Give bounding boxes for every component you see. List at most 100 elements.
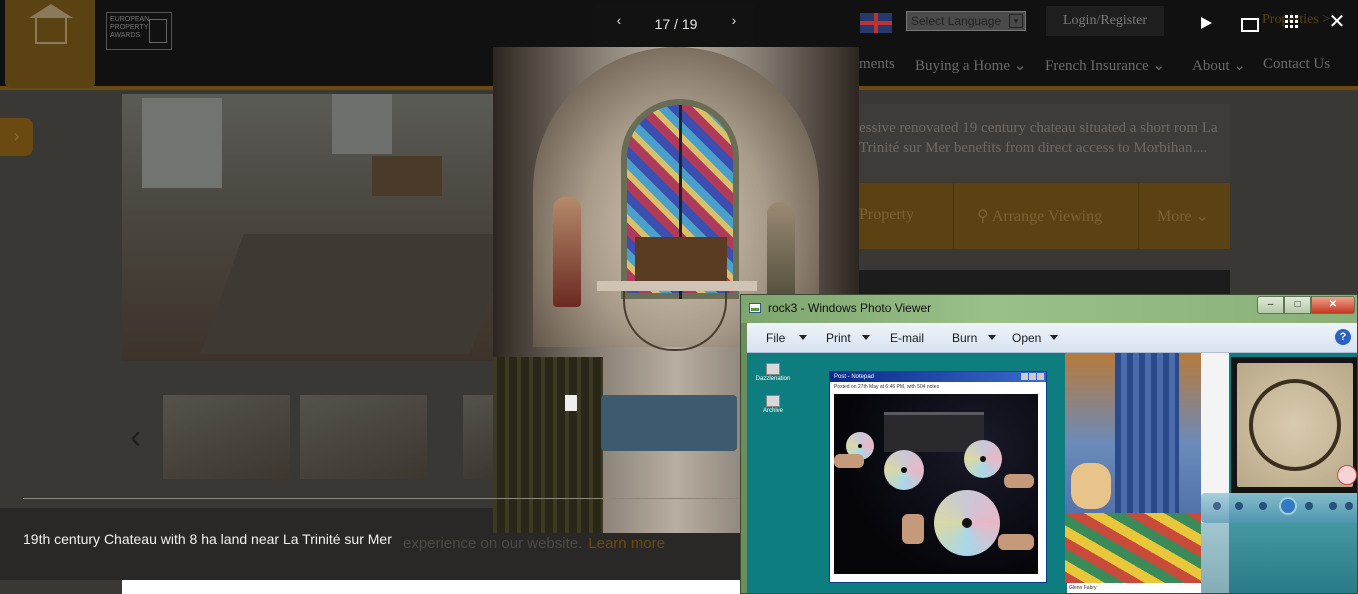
rug: [200, 234, 514, 354]
grid-icon[interactable]: [1285, 15, 1303, 33]
previous-icon[interactable]: [1259, 502, 1267, 510]
desktop-icon: Archive: [755, 395, 791, 414]
property-main-photo[interactable]: [122, 94, 514, 361]
divider: [953, 183, 954, 249]
arrange-viewing-button[interactable]: ⚲ Arrange Viewing: [977, 206, 1102, 226]
disc: [964, 440, 1002, 478]
more-label: More: [1157, 208, 1192, 225]
site-logo[interactable]: [5, 0, 95, 88]
nav-item-french-insurance[interactable]: French Insurance ⌄: [1045, 56, 1165, 75]
photo-viewer-titlebar[interactable]: rock3 - Windows Photo Viewer – □ ✕: [741, 295, 1357, 323]
recycle-bin-icon: [766, 395, 780, 407]
close-button[interactable]: ✕: [1311, 296, 1355, 314]
hand: [902, 514, 924, 544]
logo-house-icon: [35, 14, 67, 44]
comic-face: [1071, 463, 1111, 509]
stained-glass-art: [1065, 513, 1201, 583]
more-button[interactable]: More ⌄: [1157, 206, 1209, 226]
chevron-right-icon[interactable]: ›: [726, 12, 742, 30]
minimize-button[interactable]: –: [1257, 296, 1284, 314]
photo-viewer-app-icon: [749, 303, 761, 313]
zoom-icon[interactable]: [1213, 502, 1221, 510]
menu-burn[interactable]: Burn: [952, 331, 977, 345]
uk-flag-icon[interactable]: [860, 13, 892, 33]
nav-label: Buying a Home: [915, 58, 1010, 74]
desktop-icon: Dazzlenation: [755, 363, 791, 382]
fullscreen-frame-icon[interactable]: [1240, 14, 1259, 32]
menu-email[interactable]: E-mail: [890, 331, 924, 345]
chevron-down-icon: ⌄: [1152, 58, 1166, 74]
property-action[interactable]: Property: [859, 206, 914, 224]
next-icon[interactable]: [1305, 502, 1313, 510]
disc: [934, 490, 1000, 556]
open-dropdown-icon[interactable]: [1050, 335, 1058, 340]
cookie-notice: experience on our website. Learn more: [403, 535, 665, 552]
nav-item-buying-a-home[interactable]: Buying a Home ⌄: [915, 56, 1026, 75]
notepad-posted-line: Posted on 27th May at 6:46 PM, with 504 …: [834, 384, 940, 390]
disc: [884, 450, 924, 490]
chair: [372, 156, 442, 196]
side-arrow-tab[interactable]: ›: [0, 118, 33, 156]
statue: [767, 202, 795, 307]
thumbnail[interactable]: [163, 395, 290, 479]
maximize-button[interactable]: □: [1284, 296, 1311, 314]
actual-size-icon[interactable]: [1235, 502, 1243, 510]
statue: [553, 197, 581, 307]
desktop-icon-label: Archive: [762, 408, 783, 414]
rotate-right-icon[interactable]: [1345, 502, 1353, 510]
candle: [565, 395, 577, 411]
menu-open[interactable]: Open: [1012, 331, 1041, 345]
award-seal-icon: [149, 19, 167, 43]
nav-item-about[interactable]: About ⌄: [1192, 56, 1246, 75]
bench: [601, 395, 737, 451]
menu-file[interactable]: File: [766, 331, 785, 345]
photo-viewer-window[interactable]: rock3 - Windows Photo Viewer – □ ✕ File …: [740, 294, 1358, 594]
chevron-left-icon[interactable]: ‹: [611, 12, 627, 30]
media-player-controls: [1201, 493, 1357, 523]
photo-viewer-image[interactable]: Dazzlenation Archive Post - Notepad Post…: [747, 353, 1357, 593]
laserdisc-photo: [834, 394, 1038, 574]
altar: [635, 237, 727, 281]
comic-credit: Glenn Fabry: [1067, 583, 1203, 593]
play-icon[interactable]: [1198, 14, 1216, 32]
window-title: rock3 - Windows Photo Viewer: [768, 301, 932, 315]
thumbnails-prev-chevron-icon[interactable]: ‹: [130, 420, 141, 454]
search-icon: ⚲: [977, 208, 989, 225]
help-icon[interactable]: ?: [1335, 329, 1351, 345]
notepad-title-text: Post - Notepad: [834, 374, 875, 380]
computer-icon: [766, 363, 780, 375]
rotate-left-icon[interactable]: [1329, 502, 1337, 510]
window: [332, 94, 392, 154]
notepad-title: Post - Notepad: [830, 372, 1046, 382]
media-player-background: [1201, 523, 1357, 593]
nav-label: About: [1192, 58, 1230, 74]
altar-shelf: [597, 281, 757, 291]
nav-item-contact-us[interactable]: Contact Us: [1263, 56, 1330, 73]
engraving-paper: [1237, 363, 1353, 487]
slideshow-play-icon[interactable]: [1279, 497, 1297, 515]
chevron-down-icon: ⌄: [1233, 58, 1246, 74]
file-dropdown-icon[interactable]: [799, 335, 807, 340]
stamp-icon: [1337, 465, 1357, 485]
login-register-button[interactable]: Login/Register: [1046, 6, 1164, 36]
learn-more-link[interactable]: Learn more: [588, 535, 665, 552]
close-icon[interactable]: ✕: [1328, 12, 1346, 32]
burn-dropdown-icon[interactable]: [988, 335, 996, 340]
ouroboros-ring: [1249, 379, 1341, 471]
notepad-window-buttons: [1020, 373, 1044, 384]
award-text: EUROPEAN PROPERTY AWARDS: [110, 16, 150, 39]
nav-item-developments[interactable]: ments: [859, 56, 895, 73]
chevron-down-icon: ⌄: [1013, 58, 1027, 74]
menu-print[interactable]: Print: [826, 331, 851, 345]
nav-label: French Insurance: [1045, 58, 1149, 74]
thumbnail[interactable]: [463, 395, 493, 479]
lightbox-caption: 19th century Chateau with 8 ha land near…: [23, 531, 392, 547]
hand: [834, 454, 864, 468]
print-dropdown-icon[interactable]: [862, 335, 870, 340]
language-select-value: Select Language: [911, 14, 1002, 28]
language-select[interactable]: Select Language ▾: [906, 11, 1026, 31]
thumbnail[interactable]: [300, 395, 427, 479]
property-action-bar: Property ⚲ Arrange Viewing More ⌄: [859, 183, 1230, 249]
chevron-down-icon: ▾: [1009, 14, 1023, 28]
property-description: essive renovated 19 century chateau situ…: [859, 104, 1230, 182]
